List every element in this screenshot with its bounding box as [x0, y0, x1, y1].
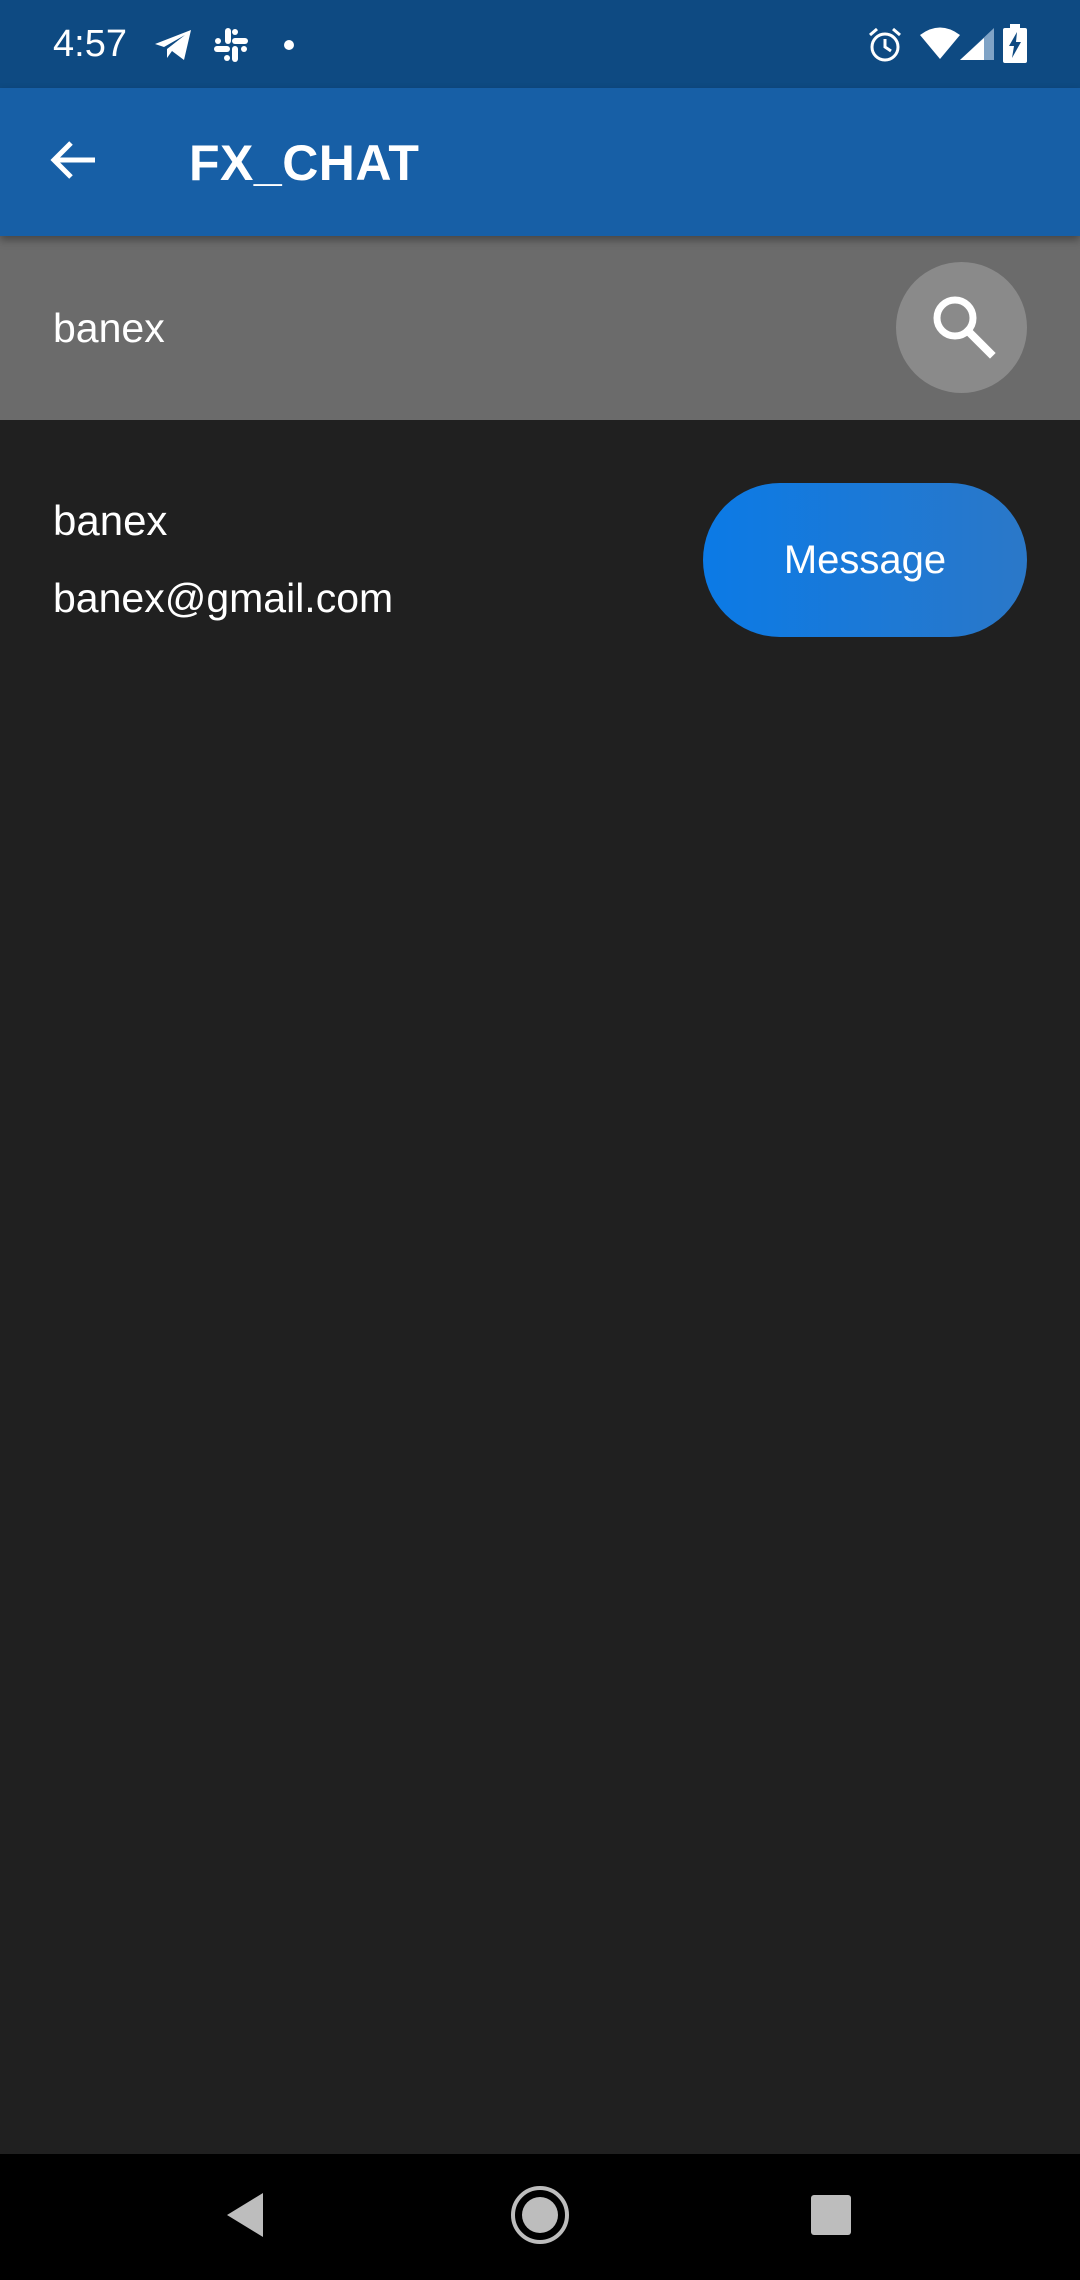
back-button[interactable]	[30, 122, 116, 202]
status-bar: 4:57	[0, 0, 1080, 88]
status-time: 4:57	[53, 23, 127, 65]
nav-recents-button[interactable]	[796, 2182, 866, 2252]
home-circle-icon	[509, 2184, 571, 2251]
screen: 4:57 FX_CHAT banex banex banex@gmail.com…	[0, 0, 1080, 2280]
slack-icon	[212, 26, 250, 69]
search-icon	[927, 290, 997, 365]
signal-icon	[960, 28, 996, 65]
app-title: FX_CHAT	[189, 135, 420, 191]
recents-square-icon	[809, 2193, 853, 2242]
search-bar	[0, 236, 1080, 420]
alarm-icon	[866, 26, 904, 69]
list-item: banex banex@gmail.com Message	[0, 420, 1080, 640]
user-email: banex@gmail.com	[53, 575, 394, 621]
back-triangle-icon	[223, 2191, 267, 2244]
nav-home-button[interactable]	[505, 2182, 575, 2252]
nav-bar	[0, 2154, 1080, 2280]
search-input[interactable]	[53, 290, 853, 366]
message-button[interactable]: Message	[703, 483, 1027, 637]
nav-back-button[interactable]	[210, 2182, 280, 2252]
app-bar: FX_CHAT	[0, 88, 1080, 236]
arrow-back-icon	[49, 140, 97, 185]
telegram-icon	[153, 28, 193, 67]
battery-charging-icon	[1002, 24, 1028, 69]
wifi-icon	[919, 26, 961, 65]
search-button[interactable]	[896, 262, 1027, 393]
user-name: banex	[53, 497, 168, 544]
notification-dot-icon	[283, 38, 295, 56]
